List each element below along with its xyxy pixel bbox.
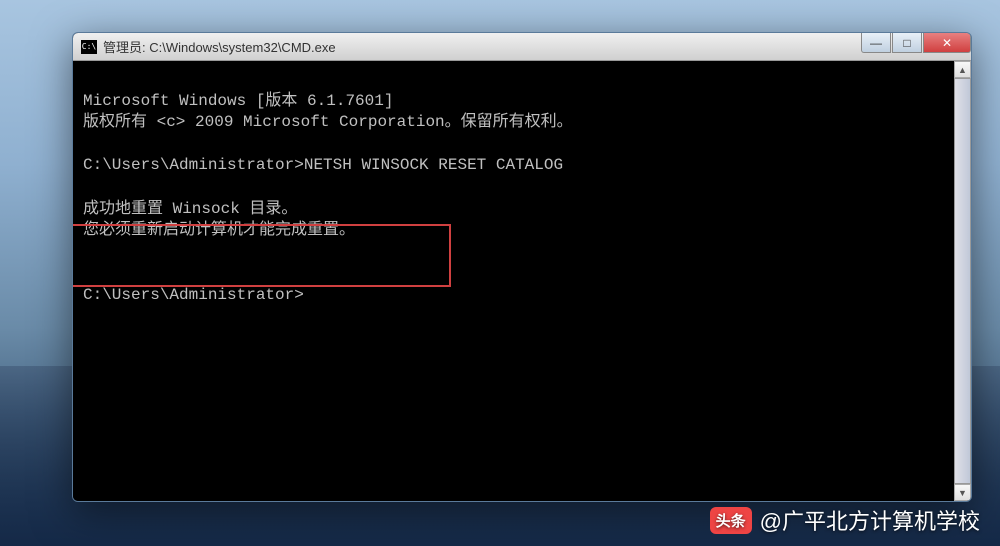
- window-controls: — □ ✕: [860, 33, 971, 53]
- terminal-prompt: C:\Users\Administrator>NETSH WINSOCK RES…: [83, 156, 563, 174]
- terminal-line: 版权所有 <c> 2009 Microsoft Corporation。保留所有…: [83, 113, 573, 131]
- window-titlebar[interactable]: C:\ 管理员: C:\Windows\system32\CMD.exe — □…: [73, 33, 971, 61]
- terminal-result: 成功地重置 Winsock 目录。: [83, 200, 297, 218]
- cmd-icon: C:\: [81, 40, 97, 54]
- watermark-badge: 头条: [710, 507, 752, 534]
- scroll-down-button[interactable]: ▼: [954, 484, 971, 501]
- terminal-prompt: C:\Users\Administrator>: [83, 286, 304, 304]
- terminal-line: Microsoft Windows [版本 6.1.7601]: [83, 92, 393, 110]
- minimize-button[interactable]: —: [861, 33, 891, 53]
- terminal-output[interactable]: Microsoft Windows [版本 6.1.7601] 版权所有 <c>…: [73, 61, 971, 501]
- vertical-scrollbar[interactable]: ▲ ▼: [954, 61, 971, 501]
- close-button[interactable]: ✕: [923, 33, 971, 53]
- cmd-window: C:\ 管理员: C:\Windows\system32\CMD.exe — □…: [72, 32, 972, 502]
- watermark-text: @广平北方计算机学校: [760, 504, 980, 536]
- terminal-result: 您必须重新启动计算机才能完成重置。: [83, 221, 355, 239]
- maximize-button[interactable]: □: [892, 33, 922, 53]
- scroll-thumb[interactable]: [954, 78, 971, 484]
- scroll-up-button[interactable]: ▲: [954, 61, 971, 78]
- window-title: 管理员: C:\Windows\system32\CMD.exe: [103, 37, 336, 56]
- watermark: 头条 @广平北方计算机学校: [710, 504, 980, 536]
- scroll-track[interactable]: [954, 78, 971, 484]
